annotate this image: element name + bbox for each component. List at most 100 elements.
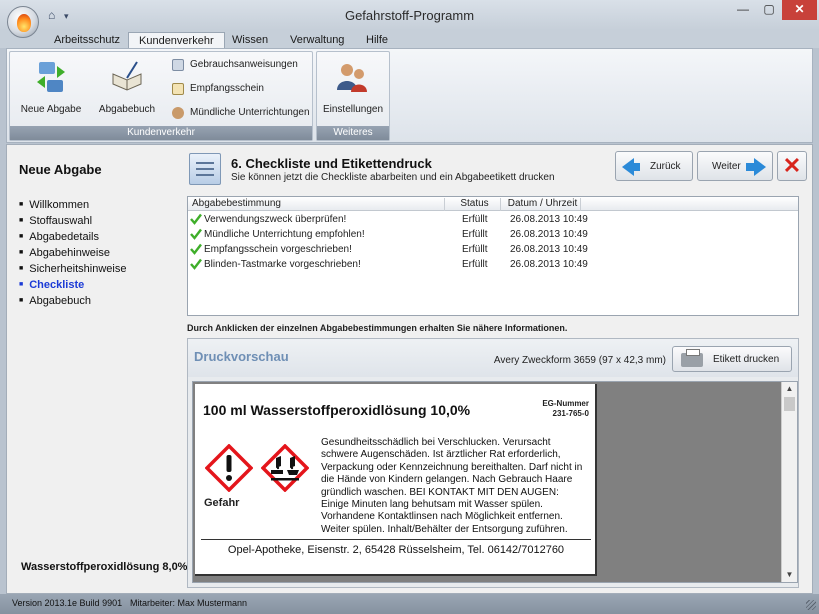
table-row[interactable]: Verwendungszweck überprüfen! Erfüllt 26.… — [188, 212, 798, 227]
user-info: Mitarbeiter: Max Mustermann — [130, 598, 248, 608]
row-status: Erfüllt — [462, 244, 488, 255]
row-datetime: 26.08.2013 10:49 — [510, 259, 588, 270]
maximize-button[interactable]: ▢ — [756, 0, 782, 20]
hazard-line: Gesundheitsschädlich bei Verschlucken. V… — [321, 437, 551, 448]
arrows-icon — [37, 62, 65, 92]
minimize-button[interactable]: — — [730, 0, 756, 20]
label-format: Avery Zweckform 3659 (97 x 42,3 mm) — [493, 355, 666, 366]
tab-arbeitsschutz[interactable]: Arbeitsschutz — [44, 32, 130, 49]
gebrauchsanweisungen-label: Gebrauchsanweisungen — [190, 59, 298, 70]
step-item-abgabedetails[interactable]: Abgabedetails — [19, 229, 126, 245]
label-hazard-text: Gesundheitsschädlich bei Verschlucken. V… — [321, 437, 593, 536]
scroll-up-icon[interactable]: ▲ — [782, 382, 797, 396]
selected-substance: Wasserstoffperoxidlösung 8,0% — [21, 561, 188, 573]
abgabebuch-button[interactable]: Abgabebuch — [90, 56, 164, 120]
group-kundenverkehr: Neue Abgabe Abgabebuch Gebrauchsanweisun… — [9, 51, 313, 141]
cancel-button[interactable]: ✕ — [777, 151, 807, 181]
checklist-table: Abgabebestimmung Status Datum / Uhrzeit … — [187, 196, 799, 316]
step-subtitle: Sie können jetzt die Checkliste abarbeit… — [231, 172, 555, 183]
tab-wissen[interactable]: Wissen — [222, 32, 278, 49]
empfangsschein-label: Empfangsschein — [190, 83, 264, 94]
empfangsschein-button[interactable]: Empfangsschein — [170, 80, 264, 98]
neue-abgabe-label: Neue Abgabe — [20, 104, 82, 115]
tab-verwaltung[interactable]: Verwaltung — [280, 32, 354, 49]
checklist-icon — [189, 153, 221, 185]
check-icon — [190, 228, 202, 240]
hazard-line: schwere Augenschäden. Ist ärztlicher Rat… — [321, 449, 561, 461]
check-icon — [190, 243, 202, 255]
group-label-kundenverkehr: Kundenverkehr — [10, 126, 312, 140]
resize-grip-icon[interactable] — [806, 600, 816, 610]
step-item-checkliste[interactable]: Checkliste — [19, 277, 126, 293]
back-button[interactable]: Zurück — [615, 151, 693, 181]
ribbon-tabs: Arbeitsschutz Kundenverkehr Wissen Verwa… — [0, 30, 819, 49]
print-label-button[interactable]: Etikett drucken — [672, 346, 792, 372]
main-panel: Neue Abgabe Willkommen Stoffauswahl Abga… — [6, 144, 813, 594]
column-header-datetime[interactable]: Datum / Uhrzeit — [501, 198, 581, 211]
row-datetime: 26.08.2013 10:49 — [510, 229, 588, 240]
sidebar-title: Neue Abgabe — [19, 162, 102, 177]
group-label-weiteres: Weiteres — [317, 126, 389, 140]
row-datetime: 26.08.2013 10:49 — [510, 244, 588, 255]
arrow-right-icon — [746, 158, 766, 176]
printer-icon — [681, 349, 703, 367]
exclamation-hazard-icon — [205, 444, 253, 492]
step-list: Willkommen Stoffauswahl Abgabedetails Ab… — [19, 197, 126, 309]
label-eg-value: 231-765-0 — [552, 409, 589, 418]
hazard-line: Weiter spülen. Inhalt/Behälter der Entso… — [321, 523, 568, 535]
preview-title: Druckvorschau — [194, 349, 289, 364]
label-product: 100 ml Wasserstoffperoxidlösung 10,0% — [203, 402, 471, 418]
label-page: 100 ml Wasserstoffperoxidlösung 10,0% EG… — [195, 384, 597, 576]
einstellungen-label: Einstellungen — [322, 104, 384, 115]
hazard-line: gründlich waschen. BEI KONTAKT MIT DEN A… — [321, 486, 559, 498]
corrosion-hazard-icon — [261, 444, 309, 492]
book-icon — [112, 61, 142, 91]
status-bar: Version 2013.1e Build 9901 Mitarbeiter: … — [0, 594, 819, 614]
column-header-status[interactable]: Status — [445, 198, 501, 211]
column-header-rule[interactable]: Abgabebestimmung — [188, 198, 445, 211]
group-weiteres: Einstellungen Weiteres — [316, 51, 390, 141]
preview-scrollbar[interactable]: ▲ ▼ — [781, 382, 797, 582]
next-button[interactable]: Weiter — [697, 151, 773, 181]
table-row[interactable]: Mündliche Unterrichtung empfohlen! Erfül… — [188, 227, 798, 242]
print-preview: Druckvorschau Avery Zweckform 3659 (97 x… — [187, 338, 799, 588]
label-divider — [201, 539, 591, 540]
check-icon — [190, 213, 202, 225]
preview-header: Druckvorschau Avery Zweckform 3659 (97 x… — [188, 339, 798, 377]
close-icon: ✕ — [782, 153, 802, 178]
version-info: Version 2013.1e Build 9901 — [12, 598, 123, 608]
step-item-stoffauswahl[interactable]: Stoffauswahl — [19, 213, 126, 229]
window-title: Gefahrstoff-Programm — [344, 8, 475, 23]
label-eg-number: EG-Nummer 231-765-0 — [542, 399, 589, 419]
step-item-sicherheitshinweise[interactable]: Sicherheitshinweise — [19, 261, 126, 277]
preview-viewer[interactable]: 100 ml Wasserstoffperoxidlösung 10,0% EG… — [192, 381, 798, 583]
neue-abgabe-button[interactable]: Neue Abgabe — [14, 56, 88, 120]
muendliche-unterrichtungen-button[interactable]: Mündliche Unterrichtungen — [170, 104, 310, 122]
checklist-hint: Durch Anklicken der einzelnen Abgabebest… — [187, 323, 568, 333]
hazard-line: Verpackung oder Kennzeichnung bereithalt… — [321, 461, 583, 473]
gebrauchsanweisungen-button[interactable]: Gebrauchsanweisungen — [170, 56, 298, 74]
close-window-button[interactable]: ✕ — [782, 0, 817, 20]
einstellungen-button[interactable]: Einstellungen — [317, 56, 389, 120]
arrow-left-icon — [622, 158, 640, 176]
abgabebuch-label: Abgabebuch — [98, 104, 156, 115]
step-item-willkommen[interactable]: Willkommen — [19, 197, 126, 213]
table-row[interactable]: Empfangsschein vorgeschrieben! Erfüllt 2… — [188, 242, 798, 257]
row-status: Erfüllt — [462, 259, 488, 270]
check-icon — [190, 258, 202, 270]
settings-people-icon — [337, 64, 367, 92]
table-header: Abgabebestimmung Status Datum / Uhrzeit — [188, 197, 798, 211]
app-menu-button[interactable] — [7, 6, 39, 38]
row-rule: Mündliche Unterrichtung empfohlen! — [204, 229, 365, 240]
hazard-line: Vorhandene Kontaktlinsen nach Möglichkei… — [321, 511, 563, 523]
scroll-down-icon[interactable]: ▼ — [782, 568, 797, 582]
step-item-abgabebuch[interactable]: Abgabebuch — [19, 293, 126, 309]
receipt-icon — [172, 83, 184, 95]
tab-hilfe[interactable]: Hilfe — [356, 32, 398, 49]
scrollbar-thumb[interactable] — [784, 397, 795, 411]
step-item-abgabehinweise[interactable]: Abgabehinweise — [19, 245, 126, 261]
hazard-line: Einige Minuten lang behutsam mit Wasser … — [321, 499, 543, 511]
label-signal-word: Gefahr — [204, 497, 240, 509]
table-row[interactable]: Blinden-Tastmarke vorgeschrieben! Erfüll… — [188, 257, 798, 272]
tab-kundenverkehr[interactable]: Kundenverkehr — [128, 32, 225, 49]
